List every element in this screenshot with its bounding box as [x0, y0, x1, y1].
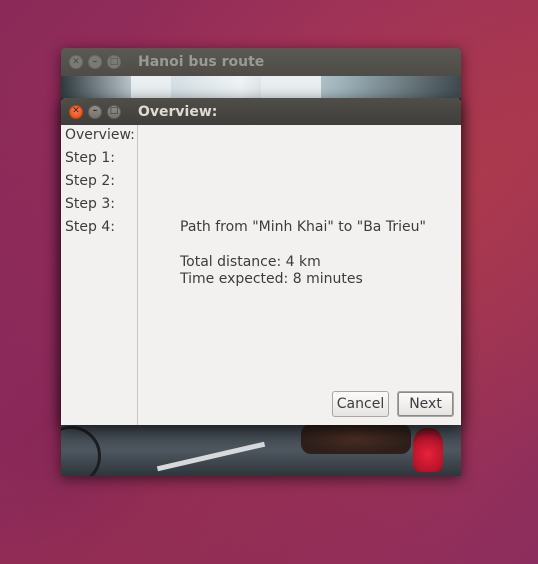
back-window-title: Hanoi bus route — [138, 54, 265, 70]
close-icon[interactable]: ✕ — [69, 55, 83, 69]
overview-panel: Path from "Minh Khai" to "Ba Trieu" Tota… — [139, 125, 461, 425]
sidebar-item-step-4: Step 4: — [65, 219, 115, 235]
next-button[interactable]: Next — [397, 391, 454, 417]
sidebar-item-step-2: Step 2: — [65, 173, 115, 189]
building-shape — [261, 76, 321, 98]
overview-dialog: ✕ – □ Overview: Overview: Step 1: Step 2… — [61, 98, 461, 425]
steps-sidebar: Overview: Step 1: Step 2: Step 3: Step 4… — [61, 125, 138, 425]
time-expected: Time expected: 8 minutes — [180, 271, 363, 287]
street-photo-bottom — [61, 424, 461, 476]
building-shape — [131, 76, 171, 98]
dialog-titlebar[interactable]: ✕ – □ Overview: — [61, 98, 461, 125]
minimize-icon[interactable]: – — [88, 104, 102, 119]
close-icon[interactable]: ✕ — [69, 104, 83, 119]
dialog-content: Overview: Step 1: Step 2: Step 3: Step 4… — [61, 125, 461, 425]
maximize-icon[interactable]: □ — [107, 55, 121, 69]
motorbike-shape — [413, 428, 443, 472]
road-marking-shape — [156, 441, 266, 472]
cancel-button[interactable]: Cancel — [332, 391, 389, 417]
total-distance: Total distance: 4 km — [180, 254, 321, 270]
sidebar-item-step-3: Step 3: — [65, 196, 115, 212]
path-summary: Path from "Minh Khai" to "Ba Trieu" — [180, 219, 426, 235]
maximize-icon[interactable]: □ — [107, 104, 121, 119]
bicycle-wheel-shape — [61, 426, 101, 476]
minimize-icon[interactable]: – — [88, 55, 102, 69]
dialog-title: Overview: — [138, 103, 218, 120]
street-photo-top — [61, 76, 461, 98]
sidebar-item-step-1: Step 1: — [65, 150, 115, 166]
route-info: Total distance: 4 km Time expected: 8 mi… — [180, 254, 363, 288]
cargo-shape — [301, 424, 411, 454]
back-window-titlebar[interactable]: ✕ – □ Hanoi bus route — [61, 48, 461, 76]
sidebar-item-overview: Overview: — [65, 127, 135, 143]
